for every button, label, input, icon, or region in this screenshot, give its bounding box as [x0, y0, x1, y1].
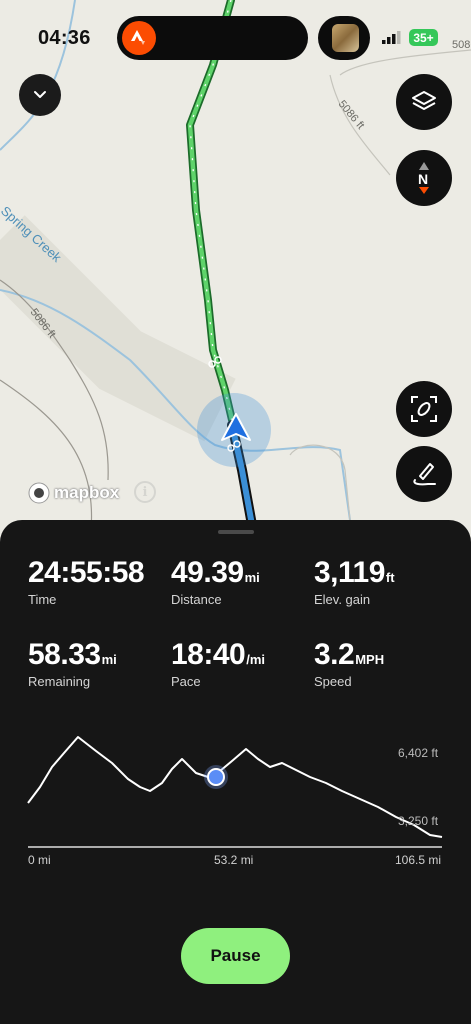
contour-label: 5086	[452, 39, 471, 51]
svg-text:N: N	[418, 171, 428, 187]
stat-value: 3,119	[314, 556, 385, 589]
chevron-down-icon	[34, 91, 46, 98]
attribution-info-button[interactable]: i	[134, 481, 156, 503]
mapbox-wordmark: mapbox	[54, 483, 120, 502]
layers-icon	[412, 91, 436, 110]
stat-label: Speed	[314, 674, 352, 689]
stat-label: Pace	[171, 674, 201, 689]
stat-pace: 18:40/mi Pace	[171, 638, 265, 689]
stat-value: 3.2	[314, 638, 355, 671]
stat-unit: mi	[244, 570, 260, 585]
map-view[interactable]: Spring Creek 5086 ft 5086 ft 5086 04:36 …	[0, 0, 471, 540]
strava-app-icon	[122, 21, 156, 55]
album-art	[332, 24, 359, 52]
stat-remaining: 58.33mi Remaining	[28, 638, 117, 689]
recenter-icon	[411, 396, 437, 422]
dynamic-island[interactable]	[117, 16, 308, 60]
collapse-map-button[interactable]	[19, 74, 61, 116]
distance-start-label: 0 mi	[28, 853, 51, 867]
stat-unit: /mi	[246, 652, 266, 667]
elevation-max-label: 6,402 ft	[398, 746, 439, 760]
mapbox-logo-icon	[28, 482, 50, 504]
mapbox-logo: mapbox	[28, 482, 119, 504]
battery-indicator: 35+	[409, 29, 438, 46]
stat-label: Time	[28, 592, 57, 607]
route-sketch-button[interactable]	[396, 446, 452, 502]
stat-speed: 3.2MPH Speed	[314, 638, 384, 689]
stat-unit: mi	[101, 652, 117, 667]
stat-time: 24:55:58 Time	[28, 556, 145, 607]
pause-button[interactable]: Pause	[181, 928, 290, 984]
contour-label: 5086 ft	[336, 98, 367, 131]
compass-button[interactable]: N	[396, 150, 452, 206]
compass-icon: N	[418, 162, 429, 194]
route-sketch-icon	[413, 463, 436, 486]
stat-value: 49.39	[171, 556, 244, 589]
stat-distance: 49.39mi Distance	[171, 556, 260, 607]
stat-unit: ft	[385, 570, 395, 585]
distance-end-label: 106.5 mi	[395, 853, 442, 867]
stat-label: Distance	[171, 592, 222, 607]
stat-value: 18:40	[171, 638, 246, 671]
recording-sheet: 24:55:58 Time 49.39mi Distance 3,119ft E…	[0, 520, 471, 1024]
map-layers-button[interactable]	[396, 74, 452, 130]
stat-value: 24:55:58	[28, 556, 145, 589]
signal-icon	[382, 31, 402, 49]
stat-value: 58.33	[28, 638, 101, 671]
stat-label: Remaining	[28, 674, 91, 689]
recenter-button[interactable]	[396, 381, 452, 437]
stat-label: Elev. gain	[314, 592, 371, 607]
sheet-drag-handle[interactable]	[218, 530, 254, 534]
distance-mid-label: 53.2 mi	[214, 853, 254, 867]
status-time: 04:36	[38, 27, 91, 49]
now-playing-thumbnail[interactable]	[318, 16, 370, 60]
elevation-progress-marker	[207, 768, 225, 786]
stat-elevation-gain: 3,119ft Elev. gain	[314, 556, 395, 607]
stat-unit: MPH	[355, 652, 385, 667]
elevation-min-label: 3,250 ft	[398, 814, 439, 828]
